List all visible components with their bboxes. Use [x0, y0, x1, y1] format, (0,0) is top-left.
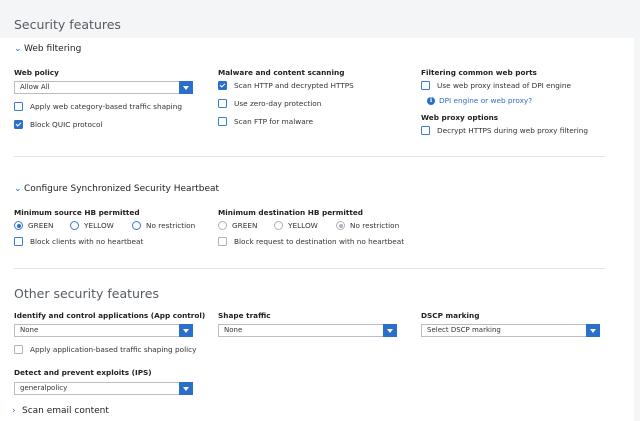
app-control-select[interactable]: None [14, 324, 193, 337]
checkbox-checked [218, 81, 227, 90]
scan-email-toggle[interactable]: › Scan email content [12, 406, 109, 416]
radio-selected [14, 221, 23, 230]
shape-traffic-label: Shape traffic [218, 311, 271, 320]
app-control-value: None [20, 326, 39, 334]
checkbox-box [218, 117, 227, 126]
shape-traffic-value: None [224, 326, 243, 334]
dest-green-label: GREEN [232, 221, 258, 230]
web-filtering-toggle[interactable]: ⌄ Web filtering [14, 44, 81, 54]
ips-label: Detect and prevent exploits (IPS) [14, 368, 152, 377]
decrypt-https-checkbox[interactable]: Decrypt HTTPS during web proxy filtering [421, 126, 588, 135]
radio-unselected [132, 221, 141, 230]
dpi-link-text: DPI engine or web proxy? [439, 96, 533, 105]
block-dest-no-hb-label: Block request to destination with no hea… [234, 237, 405, 246]
block-quic-checkbox[interactable]: Block QUIC protocol [14, 120, 102, 129]
section-divider [14, 156, 605, 157]
checkbox-box [218, 99, 227, 108]
scan-email-label: Scan email content [22, 406, 109, 416]
other-features-panel [0, 259, 634, 421]
app-shaping-checkbox[interactable]: Apply application-based traffic shaping … [14, 345, 196, 354]
scan-http-checkbox[interactable]: Scan HTTP and decrypted HTTPS [218, 81, 354, 90]
source-yellow-label: YELLOW [84, 221, 114, 230]
section-divider [14, 268, 605, 269]
radio-unselected [274, 221, 283, 230]
checkbox-box [14, 102, 23, 111]
checkbox-checked [14, 120, 23, 129]
block-no-hb-checkbox[interactable]: Block clients with no heartbeat [14, 237, 143, 246]
zero-day-checkbox[interactable]: Use zero-day protection [218, 99, 321, 108]
radio-unselected [218, 221, 227, 230]
dest-radio-no-restriction[interactable]: No restriction [336, 221, 399, 230]
chevron-down-icon: ⌄ [14, 44, 22, 54]
chevron-down-icon [179, 382, 193, 395]
dscp-marking-value: Select DSCP marking [427, 326, 501, 334]
min-source-hb-label: Minimum source HB permitted [14, 208, 140, 217]
radio-unselected [70, 221, 79, 230]
web-policy-value: Allow All [20, 83, 50, 91]
shape-traffic-select[interactable]: None [218, 324, 397, 337]
dscp-marking-select[interactable]: Select DSCP marking [421, 324, 600, 337]
info-icon: i [427, 96, 435, 105]
app-control-label: Identify and control applications (App c… [14, 311, 206, 320]
zero-day-label: Use zero-day protection [234, 99, 322, 108]
min-dest-hb-label: Minimum destination HB permitted [218, 208, 363, 217]
apply-shaping-label: Apply web category-based traffic shaping [30, 102, 182, 111]
scan-ftp-label: Scan FTP for malware [234, 117, 314, 126]
checkbox-box [421, 126, 430, 135]
use-proxy-checkbox[interactable]: Use web proxy instead of DPI engine [421, 81, 571, 90]
block-no-hb-label: Block clients with no heartbeat [30, 237, 144, 246]
malware-scanning-label: Malware and content scanning [218, 68, 345, 77]
checkbox-box [14, 237, 23, 246]
decrypt-https-label: Decrypt HTTPS during web proxy filtering [437, 126, 589, 135]
radio-selected [336, 221, 345, 230]
filtering-ports-label: Filtering common web ports [421, 68, 537, 77]
apply-shaping-checkbox[interactable]: Apply web category-based traffic shaping [14, 102, 182, 111]
dest-yellow-label: YELLOW [288, 221, 318, 230]
heartbeat-heading: Configure Synchronized Security Heartbea… [24, 184, 220, 194]
chevron-down-icon [586, 324, 600, 337]
web-filtering-heading: Web filtering [24, 44, 82, 54]
dpi-help-link[interactable]: i DPI engine or web proxy? [427, 96, 532, 105]
source-radio-yellow[interactable]: YELLOW [70, 221, 114, 230]
page-title: Security features [14, 17, 121, 32]
source-green-label: GREEN [28, 221, 54, 230]
block-quic-label: Block QUIC protocol [30, 120, 103, 129]
chevron-down-icon [179, 324, 193, 337]
chevron-down-icon [179, 81, 193, 94]
use-proxy-label: Use web proxy instead of DPI engine [437, 81, 571, 90]
chevron-right-icon: › [12, 406, 16, 416]
dest-radio-yellow[interactable]: YELLOW [274, 221, 318, 230]
web-policy-label: Web policy [14, 68, 59, 77]
app-shaping-label: Apply application-based traffic shaping … [30, 345, 197, 354]
web-policy-select[interactable]: Allow All [14, 81, 193, 94]
dest-radio-green[interactable]: GREEN [218, 221, 257, 230]
scan-ftp-checkbox[interactable]: Scan FTP for malware [218, 117, 313, 126]
dscp-marking-label: DSCP marking [421, 311, 480, 320]
heartbeat-toggle[interactable]: ⌄ Configure Synchronized Security Heartb… [14, 184, 219, 194]
checkbox-box [421, 81, 430, 90]
dest-no-restriction-label: No restriction [350, 221, 400, 230]
source-radio-no-restriction[interactable]: No restriction [132, 221, 195, 230]
chevron-down-icon [383, 324, 397, 337]
checkbox-box [14, 345, 23, 354]
ips-policy-value: generalpolicy [20, 384, 68, 392]
chevron-down-icon: ⌄ [14, 184, 22, 194]
checkbox-box [218, 237, 227, 246]
ips-policy-select[interactable]: generalpolicy [14, 382, 193, 395]
block-dest-no-hb-checkbox[interactable]: Block request to destination with no hea… [218, 237, 404, 246]
source-no-restriction-label: No restriction [146, 221, 196, 230]
source-radio-green[interactable]: GREEN [14, 221, 53, 230]
other-features-title: Other security features [14, 286, 159, 301]
scan-http-label: Scan HTTP and decrypted HTTPS [234, 81, 354, 90]
proxy-options-label: Web proxy options [421, 113, 499, 122]
